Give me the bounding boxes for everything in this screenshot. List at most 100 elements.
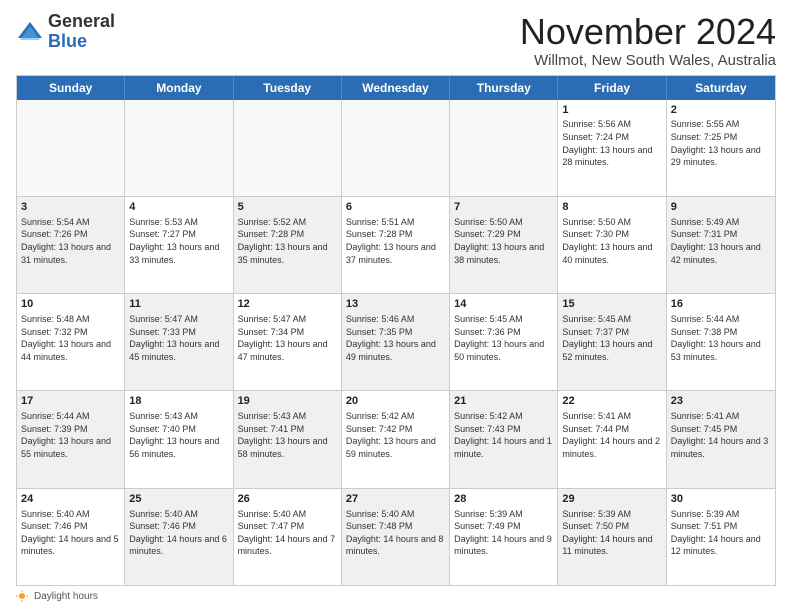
page: General Blue November 2024 Willmot, New … — [0, 0, 792, 612]
calendar-day-cell: 3Sunrise: 5:54 AM Sunset: 7:26 PM Daylig… — [17, 197, 125, 293]
calendar-day-cell: 19Sunrise: 5:43 AM Sunset: 7:41 PM Dayli… — [234, 391, 342, 487]
day-info: Sunrise: 5:47 AM Sunset: 7:34 PM Dayligh… — [238, 313, 337, 363]
calendar-day-cell — [234, 100, 342, 196]
calendar-body: 1Sunrise: 5:56 AM Sunset: 7:24 PM Daylig… — [17, 100, 775, 585]
calendar-day-cell: 29Sunrise: 5:39 AM Sunset: 7:50 PM Dayli… — [558, 489, 666, 585]
day-info: Sunrise: 5:41 AM Sunset: 7:44 PM Dayligh… — [562, 410, 661, 460]
calendar-day-cell: 13Sunrise: 5:46 AM Sunset: 7:35 PM Dayli… — [342, 294, 450, 390]
day-number: 17 — [21, 394, 120, 409]
calendar-day-cell: 6Sunrise: 5:51 AM Sunset: 7:28 PM Daylig… — [342, 197, 450, 293]
day-info: Sunrise: 5:51 AM Sunset: 7:28 PM Dayligh… — [346, 216, 445, 266]
logo-text: General Blue — [48, 12, 115, 52]
day-number: 6 — [346, 200, 445, 215]
day-info: Sunrise: 5:39 AM Sunset: 7:49 PM Dayligh… — [454, 508, 553, 558]
calendar-day-cell: 9Sunrise: 5:49 AM Sunset: 7:31 PM Daylig… — [667, 197, 775, 293]
main-title: November 2024 — [520, 12, 776, 52]
day-number: 27 — [346, 492, 445, 507]
calendar-week-row: 3Sunrise: 5:54 AM Sunset: 7:26 PM Daylig… — [17, 197, 775, 294]
calendar-day-cell: 22Sunrise: 5:41 AM Sunset: 7:44 PM Dayli… — [558, 391, 666, 487]
calendar-day-cell: 24Sunrise: 5:40 AM Sunset: 7:46 PM Dayli… — [17, 489, 125, 585]
day-info: Sunrise: 5:39 AM Sunset: 7:51 PM Dayligh… — [671, 508, 771, 558]
day-info: Sunrise: 5:40 AM Sunset: 7:46 PM Dayligh… — [21, 508, 120, 558]
calendar-week-row: 17Sunrise: 5:44 AM Sunset: 7:39 PM Dayli… — [17, 391, 775, 488]
calendar-day-cell: 23Sunrise: 5:41 AM Sunset: 7:45 PM Dayli… — [667, 391, 775, 487]
day-number: 5 — [238, 200, 337, 215]
day-number: 30 — [671, 492, 771, 507]
day-info: Sunrise: 5:40 AM Sunset: 7:46 PM Dayligh… — [129, 508, 228, 558]
calendar-day-cell: 1Sunrise: 5:56 AM Sunset: 7:24 PM Daylig… — [558, 100, 666, 196]
day-info: Sunrise: 5:45 AM Sunset: 7:37 PM Dayligh… — [562, 313, 661, 363]
calendar-week-row: 24Sunrise: 5:40 AM Sunset: 7:46 PM Dayli… — [17, 489, 775, 585]
day-info: Sunrise: 5:53 AM Sunset: 7:27 PM Dayligh… — [129, 216, 228, 266]
day-number: 10 — [21, 297, 120, 312]
day-info: Sunrise: 5:43 AM Sunset: 7:41 PM Dayligh… — [238, 410, 337, 460]
calendar: SundayMondayTuesdayWednesdayThursdayFrid… — [16, 75, 776, 586]
day-info: Sunrise: 5:39 AM Sunset: 7:50 PM Dayligh… — [562, 508, 661, 558]
day-info: Sunrise: 5:49 AM Sunset: 7:31 PM Dayligh… — [671, 216, 771, 266]
day-info: Sunrise: 5:47 AM Sunset: 7:33 PM Dayligh… — [129, 313, 228, 363]
weekday-header: Thursday — [450, 76, 558, 100]
day-info: Sunrise: 5:50 AM Sunset: 7:30 PM Dayligh… — [562, 216, 661, 266]
day-info: Sunrise: 5:56 AM Sunset: 7:24 PM Dayligh… — [562, 118, 661, 168]
header: General Blue November 2024 Willmot, New … — [16, 12, 776, 69]
day-number: 16 — [671, 297, 771, 312]
day-number: 20 — [346, 394, 445, 409]
day-number: 11 — [129, 297, 228, 312]
calendar-day-cell: 7Sunrise: 5:50 AM Sunset: 7:29 PM Daylig… — [450, 197, 558, 293]
day-info: Sunrise: 5:42 AM Sunset: 7:42 PM Dayligh… — [346, 410, 445, 460]
day-number: 23 — [671, 394, 771, 409]
calendar-day-cell: 4Sunrise: 5:53 AM Sunset: 7:27 PM Daylig… — [125, 197, 233, 293]
calendar-day-cell: 21Sunrise: 5:42 AM Sunset: 7:43 PM Dayli… — [450, 391, 558, 487]
title-block: November 2024 Willmot, New South Wales, … — [520, 12, 776, 69]
calendar-day-cell: 25Sunrise: 5:40 AM Sunset: 7:46 PM Dayli… — [125, 489, 233, 585]
calendar-day-cell: 10Sunrise: 5:48 AM Sunset: 7:32 PM Dayli… — [17, 294, 125, 390]
logo-blue-text: Blue — [48, 31, 87, 51]
day-number: 12 — [238, 297, 337, 312]
day-info: Sunrise: 5:41 AM Sunset: 7:45 PM Dayligh… — [671, 410, 771, 460]
subtitle: Willmot, New South Wales, Australia — [520, 52, 776, 69]
calendar-day-cell — [342, 100, 450, 196]
calendar-day-cell: 30Sunrise: 5:39 AM Sunset: 7:51 PM Dayli… — [667, 489, 775, 585]
day-number: 28 — [454, 492, 553, 507]
calendar-day-cell: 2Sunrise: 5:55 AM Sunset: 7:25 PM Daylig… — [667, 100, 775, 196]
day-info: Sunrise: 5:48 AM Sunset: 7:32 PM Dayligh… — [21, 313, 120, 363]
day-number: 13 — [346, 297, 445, 312]
day-number: 29 — [562, 492, 661, 507]
day-info: Sunrise: 5:52 AM Sunset: 7:28 PM Dayligh… — [238, 216, 337, 266]
day-info: Sunrise: 5:40 AM Sunset: 7:48 PM Dayligh… — [346, 508, 445, 558]
logo-icon — [16, 18, 44, 46]
calendar-day-cell: 8Sunrise: 5:50 AM Sunset: 7:30 PM Daylig… — [558, 197, 666, 293]
sun-icon — [16, 590, 28, 602]
day-number: 22 — [562, 394, 661, 409]
day-info: Sunrise: 5:46 AM Sunset: 7:35 PM Dayligh… — [346, 313, 445, 363]
daylight-label: Daylight hours — [34, 591, 98, 602]
calendar-day-cell: 12Sunrise: 5:47 AM Sunset: 7:34 PM Dayli… — [234, 294, 342, 390]
day-number: 18 — [129, 394, 228, 409]
day-info: Sunrise: 5:43 AM Sunset: 7:40 PM Dayligh… — [129, 410, 228, 460]
calendar-day-cell — [125, 100, 233, 196]
calendar-day-cell: 27Sunrise: 5:40 AM Sunset: 7:48 PM Dayli… — [342, 489, 450, 585]
calendar-day-cell: 5Sunrise: 5:52 AM Sunset: 7:28 PM Daylig… — [234, 197, 342, 293]
day-number: 1 — [562, 103, 661, 118]
day-number: 4 — [129, 200, 228, 215]
calendar-day-cell: 16Sunrise: 5:44 AM Sunset: 7:38 PM Dayli… — [667, 294, 775, 390]
day-info: Sunrise: 5:44 AM Sunset: 7:39 PM Dayligh… — [21, 410, 120, 460]
day-number: 9 — [671, 200, 771, 215]
calendar-day-cell: 20Sunrise: 5:42 AM Sunset: 7:42 PM Dayli… — [342, 391, 450, 487]
weekday-header: Monday — [125, 76, 233, 100]
day-info: Sunrise: 5:55 AM Sunset: 7:25 PM Dayligh… — [671, 118, 771, 168]
day-number: 21 — [454, 394, 553, 409]
logo: General Blue — [16, 12, 115, 52]
calendar-day-cell: 28Sunrise: 5:39 AM Sunset: 7:49 PM Dayli… — [450, 489, 558, 585]
day-number: 15 — [562, 297, 661, 312]
day-number: 14 — [454, 297, 553, 312]
weekday-header: Sunday — [17, 76, 125, 100]
calendar-day-cell: 11Sunrise: 5:47 AM Sunset: 7:33 PM Dayli… — [125, 294, 233, 390]
day-number: 2 — [671, 103, 771, 118]
calendar-day-cell: 17Sunrise: 5:44 AM Sunset: 7:39 PM Dayli… — [17, 391, 125, 487]
calendar-day-cell: 26Sunrise: 5:40 AM Sunset: 7:47 PM Dayli… — [234, 489, 342, 585]
calendar-day-cell: 15Sunrise: 5:45 AM Sunset: 7:37 PM Dayli… — [558, 294, 666, 390]
weekday-header: Friday — [558, 76, 666, 100]
day-number: 19 — [238, 394, 337, 409]
day-number: 7 — [454, 200, 553, 215]
